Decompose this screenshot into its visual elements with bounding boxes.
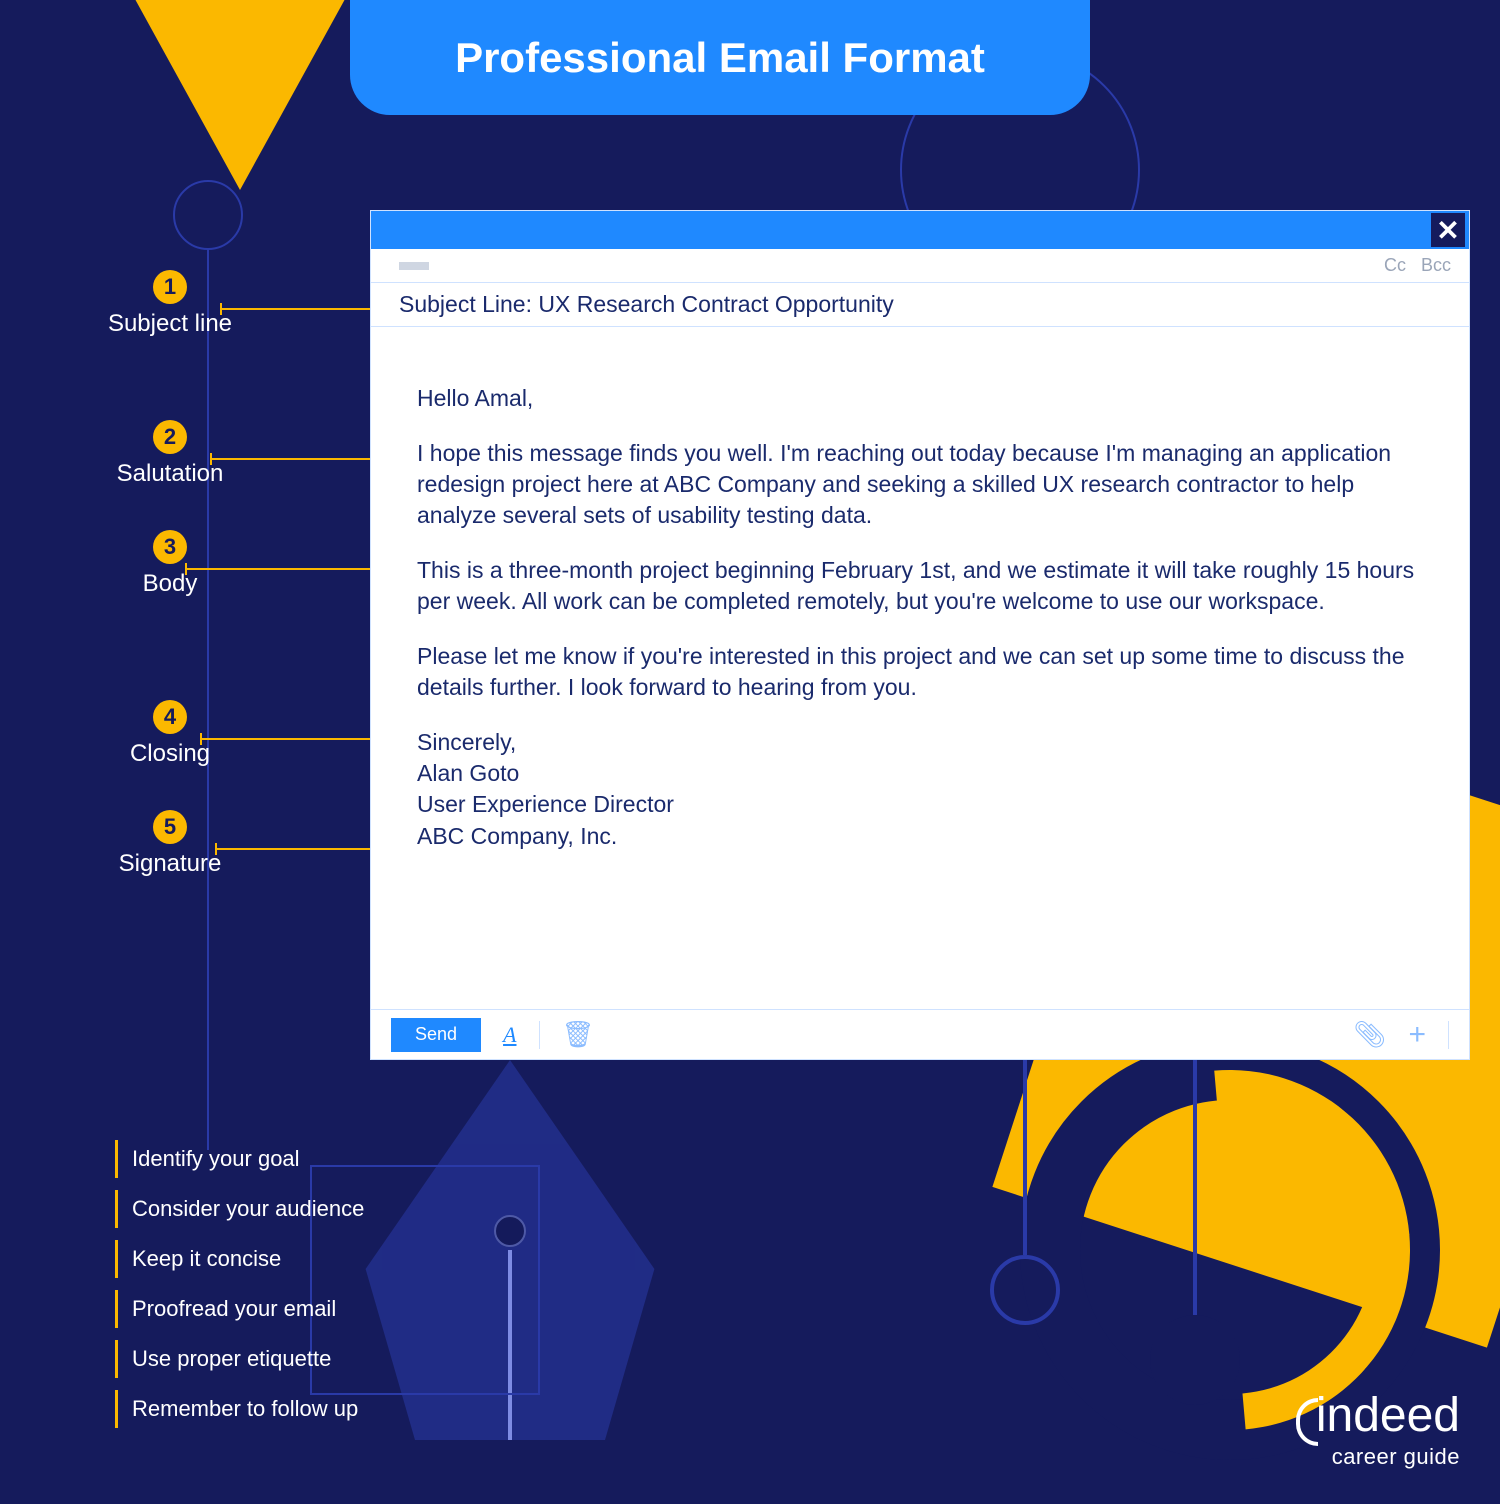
delete-icon[interactable]: 🗑︎ <box>562 1019 595 1050</box>
toolbar-divider <box>1448 1021 1449 1049</box>
bcc-button[interactable]: Bcc <box>1421 255 1451 275</box>
email-paragraph: Please let me know if you're interested … <box>417 641 1423 703</box>
cc-button[interactable]: Cc <box>1384 255 1406 275</box>
callout-label: Body <box>70 570 270 598</box>
callout-label: Signature <box>70 850 270 878</box>
format-text-icon[interactable]: A <box>503 1022 516 1048</box>
decorative-ring-small <box>173 180 243 250</box>
tip-text: Identify your goal <box>132 1146 300 1171</box>
page-title: Professional Email Format <box>455 34 985 82</box>
brand-subtitle: career guide <box>1296 1444 1460 1470</box>
callout-number: 3 <box>153 530 187 564</box>
brand-logo: indeed career guide <box>1296 1394 1460 1470</box>
recipient-placeholder-icon <box>399 262 429 270</box>
close-icon: ✕ <box>1436 214 1459 247</box>
tip-text: Use proper etiquette <box>132 1346 331 1371</box>
callout-signature: 5 Signature <box>70 810 270 878</box>
callout-closing: 4 Closing <box>70 700 270 768</box>
email-toolbar: Send A 🗑︎ 📎︎ + <box>371 1009 1469 1059</box>
add-icon[interactable]: + <box>1408 1018 1426 1052</box>
callout-salutation: 2 Salutation <box>70 420 270 488</box>
tip-item: Remember to follow up <box>115 1390 364 1428</box>
callout-subject-line: 1 Subject line <box>70 270 270 338</box>
tip-text: Proofread your email <box>132 1296 336 1321</box>
tips-list: Identify your goal Consider your audienc… <box>115 1140 364 1440</box>
callout-number: 5 <box>153 810 187 844</box>
callout-label: Subject line <box>70 310 270 338</box>
decorative-triangle <box>130 0 350 190</box>
email-closing: Sincerely, <box>417 727 1423 758</box>
close-button[interactable]: ✕ <box>1431 213 1465 247</box>
callout-body: 3 Body <box>70 530 270 598</box>
callout-label: Salutation <box>70 460 270 488</box>
decorative-lollipop-1 <box>1150 1055 1240 1395</box>
page-title-banner: Professional Email Format <box>350 0 1090 115</box>
email-paragraph: I hope this message finds you well. I'm … <box>417 438 1423 531</box>
callout-label: Closing <box>70 740 270 768</box>
tip-text: Remember to follow up <box>132 1396 358 1421</box>
email-salutation: Hello Amal, <box>417 383 1423 414</box>
tip-item: Proofread your email <box>115 1290 364 1328</box>
toolbar-divider <box>539 1021 540 1049</box>
callout-number: 1 <box>153 270 187 304</box>
brand-wordmark: indeed <box>1296 1394 1460 1446</box>
callout-number: 4 <box>153 700 187 734</box>
signature-title: User Experience Director <box>417 789 1423 820</box>
tip-text: Keep it concise <box>132 1246 281 1271</box>
email-body[interactable]: Hello Amal, I hope this message finds yo… <box>371 327 1469 1009</box>
signature-company: ABC Company, Inc. <box>417 821 1423 852</box>
email-paragraph: This is a three-month project beginning … <box>417 555 1423 617</box>
brand-name: indeed <box>1316 1394 1460 1437</box>
send-button[interactable]: Send <box>391 1018 481 1052</box>
email-compose-window: ✕ Cc Bcc Subject Line: UX Research Contr… <box>370 210 1470 1060</box>
tip-text: Consider your audience <box>132 1196 364 1221</box>
brand-arc-icon <box>1296 1398 1318 1446</box>
tip-item: Keep it concise <box>115 1240 364 1278</box>
email-to-row[interactable]: Cc Bcc <box>371 249 1469 283</box>
callout-number: 2 <box>153 420 187 454</box>
email-titlebar: ✕ <box>371 211 1469 249</box>
decorative-lollipop-2 <box>990 1055 1060 1335</box>
tip-item: Identify your goal <box>115 1140 364 1178</box>
signature-name: Alan Goto <box>417 758 1423 789</box>
tip-item: Use proper etiquette <box>115 1340 364 1378</box>
tip-item: Consider your audience <box>115 1190 364 1228</box>
attachment-icon[interactable]: 📎︎ <box>1353 1019 1386 1050</box>
email-subject-text: Subject Line: UX Research Contract Oppor… <box>399 291 894 318</box>
email-subject-row[interactable]: Subject Line: UX Research Contract Oppor… <box>371 283 1469 327</box>
send-label: Send <box>415 1024 457 1045</box>
